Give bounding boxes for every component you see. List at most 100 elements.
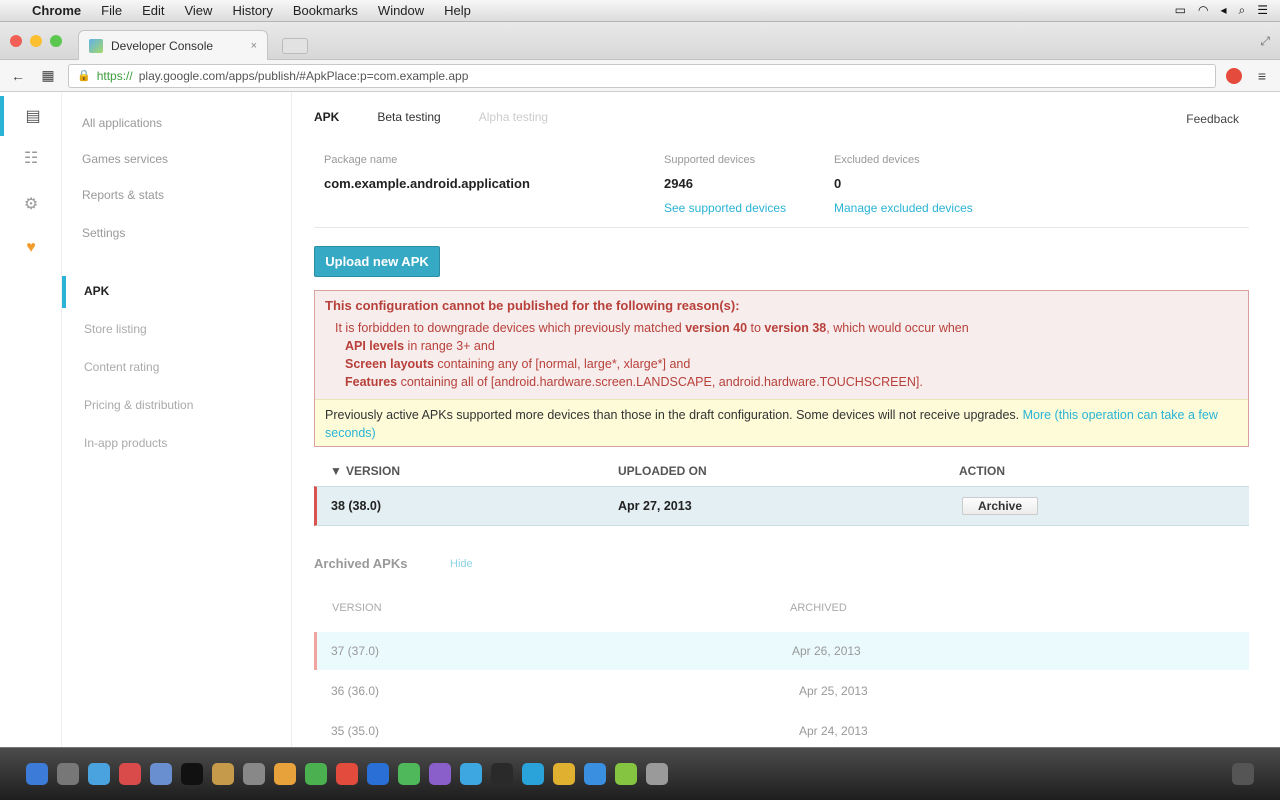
battery-icon[interactable]: ▭ [1175, 3, 1186, 18]
system-preferences-icon[interactable] [646, 763, 668, 785]
supported-devices-link[interactable]: See supported devices [664, 201, 786, 215]
games-icon[interactable]: ☷ [0, 138, 62, 178]
back-icon[interactable]: ← [8, 68, 28, 84]
menu-view[interactable]: View [184, 3, 212, 18]
xcode-icon[interactable] [491, 763, 513, 785]
error-box: This configuration cannot be published f… [314, 290, 1249, 447]
package-info: Package name com.example.android.applica… [324, 154, 530, 191]
notes-icon[interactable] [553, 763, 575, 785]
nav-games-services[interactable]: Games services [82, 152, 168, 166]
error-line-features: Features containing all of [android.hard… [345, 375, 923, 389]
supported-value: 2946 [664, 176, 693, 191]
preview-icon[interactable] [243, 763, 265, 785]
archived-date: Apr 26, 2013 [792, 644, 861, 658]
appstore-icon[interactable] [367, 763, 389, 785]
menu-icon[interactable]: ▦ [38, 67, 58, 84]
tab-title: Developer Console [111, 38, 214, 53]
archived-date: Apr 25, 2013 [799, 684, 868, 698]
search-icon[interactable]: ⌕ [1239, 3, 1246, 18]
skype-icon[interactable] [460, 763, 482, 785]
package-label: Package name [324, 154, 398, 166]
window-controls [10, 35, 62, 47]
nav-reports[interactable]: Reports & stats [82, 188, 164, 202]
trash-icon[interactable] [1232, 763, 1254, 785]
icon-rail: ▤ ☷ ⚙ ♥ [0, 92, 62, 747]
archive-button[interactable]: Archive [962, 497, 1038, 515]
archived-col-version: VERSION [332, 602, 382, 614]
nav-content-rating[interactable]: Content rating [84, 360, 159, 374]
photos-icon[interactable] [274, 763, 296, 785]
fullscreen-icon[interactable]: ⤢ [1260, 34, 1270, 49]
hide-link[interactable]: Hide [450, 558, 473, 570]
minimize-window-icon[interactable] [30, 35, 42, 47]
finder-icon[interactable] [26, 763, 48, 785]
nav-settings[interactable]: Settings [82, 226, 125, 240]
nav-pricing[interactable]: Pricing & distribution [84, 398, 193, 412]
contacts-icon[interactable] [212, 763, 234, 785]
new-tab-button[interactable] [282, 38, 308, 54]
menu-help[interactable]: Help [444, 3, 471, 18]
apps-icon[interactable]: ▤ [0, 96, 62, 136]
list-icon[interactable]: ☰ [1257, 3, 1268, 18]
tab-alpha-testing[interactable]: Alpha testing [479, 110, 548, 124]
mail-icon[interactable] [150, 763, 172, 785]
excluded-value: 0 [834, 176, 842, 191]
menu-edit[interactable]: Edit [142, 3, 164, 18]
browser-tab[interactable]: Developer Console × [78, 30, 268, 60]
chrome-icon[interactable] [305, 763, 327, 785]
menu-chrome[interactable]: Chrome [32, 3, 81, 18]
list-item[interactable]: 35 (35.0) Apr 24, 2013 [314, 712, 1249, 747]
messages-icon[interactable] [398, 763, 420, 785]
nav-apk[interactable]: APK [61, 276, 109, 308]
favicon-icon [89, 38, 103, 53]
android-studio-icon[interactable] [615, 763, 637, 785]
terminal-icon[interactable] [181, 763, 203, 785]
bell-icon[interactable]: ♥ [0, 228, 62, 268]
error-line-api-levels: API levels in range 3+ and [345, 339, 495, 353]
safari-icon[interactable] [88, 763, 110, 785]
volume-icon[interactable]: ◂ [1220, 3, 1226, 18]
music-icon[interactable] [336, 763, 358, 785]
wifi-icon[interactable]: ◠ [1198, 3, 1208, 18]
launchpad-icon[interactable] [57, 763, 79, 785]
menu-window[interactable]: Window [378, 3, 424, 18]
page: ▤ ☷ ⚙ ♥ All applications Games services … [0, 92, 1280, 747]
nav-in-app-products[interactable]: In-app products [84, 436, 167, 450]
tab-apk[interactable]: APK [314, 110, 339, 124]
zoom-window-icon[interactable] [50, 35, 62, 47]
app-info: Package name com.example.android.applica… [314, 148, 1249, 228]
feedback-link[interactable]: Feedback [1186, 112, 1239, 126]
excluded-devices-link[interactable]: Manage excluded devices [834, 201, 973, 215]
browser-toolbar: ← ▦ 🔒 https:// play.google.com/apps/publ… [0, 60, 1280, 92]
row-uploaded: Apr 27, 2013 [618, 499, 692, 513]
supported-info: Supported devices 2946 See supported dev… [664, 154, 786, 215]
tab-close-icon[interactable]: × [251, 40, 257, 52]
calendar-icon[interactable] [119, 763, 141, 785]
menu-history[interactable]: History [232, 3, 272, 18]
gear-icon[interactable]: ⚙ [0, 184, 62, 224]
settings-icon[interactable]: ≡ [1252, 68, 1272, 84]
nav-store-listing[interactable]: Store listing [84, 322, 147, 336]
sort-arrow-icon[interactable]: ▼ [330, 464, 342, 478]
warning-message: Previously active APKs supported more de… [315, 399, 1248, 446]
nav-all-applications[interactable]: All applications [82, 116, 162, 130]
tab-beta-testing[interactable]: Beta testing [377, 110, 440, 124]
archived-col-date: ARCHIVED [790, 602, 847, 614]
list-item[interactable]: 37 (37.0) Apr 26, 2013 [314, 632, 1249, 670]
main-content: APK Beta testing Alpha testing Feedback … [314, 92, 1249, 747]
url-scheme: https:// [96, 68, 133, 83]
upload-apk-button[interactable]: Upload new APK [314, 246, 440, 277]
package-value: com.example.android.application [324, 176, 530, 191]
vscode-icon[interactable] [584, 763, 606, 785]
podcasts-icon[interactable] [429, 763, 451, 785]
col-version[interactable]: VERSION [346, 464, 400, 478]
menu-bar: Chrome File Edit View History Bookmarks … [0, 0, 1280, 22]
address-bar[interactable]: 🔒 https:// play.google.com/apps/publish/… [68, 63, 1216, 88]
list-item[interactable]: 36 (36.0) Apr 25, 2013 [314, 672, 1249, 710]
table-row[interactable]: 38 (38.0) Apr 27, 2013 Archive [314, 486, 1249, 526]
close-window-icon[interactable] [10, 35, 22, 47]
menu-bookmarks[interactable]: Bookmarks [293, 3, 358, 18]
extension-icon[interactable] [1226, 67, 1242, 84]
menu-file[interactable]: File [101, 3, 122, 18]
dropbox-icon[interactable] [522, 763, 544, 785]
